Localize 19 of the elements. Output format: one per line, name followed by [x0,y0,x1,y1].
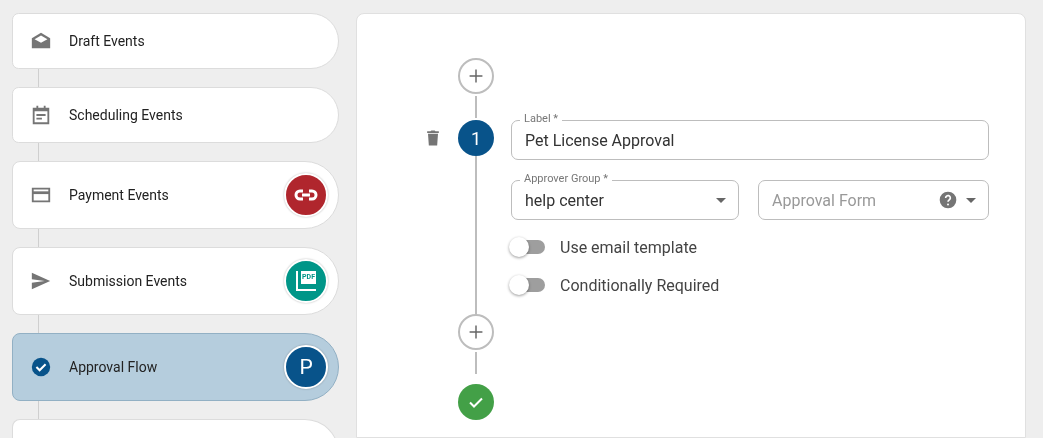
calendar-icon [30,104,52,126]
check-circle-icon [30,356,52,378]
toggle-label: Conditionally Required [560,275,720,295]
toggle-switch[interactable] [511,240,545,254]
add-step-button[interactable] [458,314,494,350]
sidebar-item[interactable]: Approval Flow P [12,333,339,401]
help-icon [938,190,958,210]
toggle-label: Use email template [560,237,698,257]
field-label: Approver Group * [520,172,612,186]
send-icon [30,270,52,292]
sidebar-item[interactable]: Payment Events [12,161,339,229]
sidebar-item[interactable]: Draft Events [12,13,339,69]
avatar-badge: P [284,345,328,389]
step-number: 1 [458,120,494,156]
caret-icon [716,197,726,203]
toggle-switch[interactable] [511,278,545,292]
sidebar-item[interactable]: Scheduling Events [12,87,339,143]
add-step-button[interactable] [458,58,494,94]
caret-icon [966,197,976,203]
